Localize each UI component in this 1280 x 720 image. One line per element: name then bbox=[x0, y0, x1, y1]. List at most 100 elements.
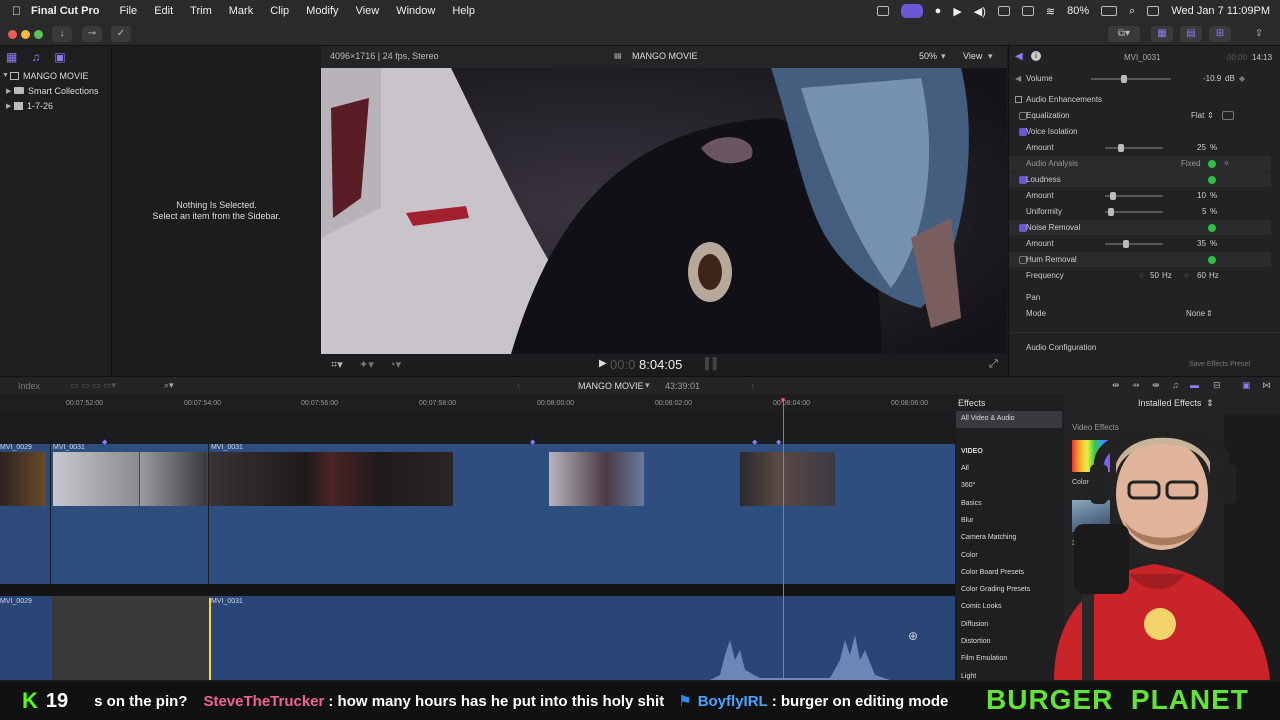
volume-value[interactable]: -10.9 bbox=[1203, 74, 1221, 83]
noise-amount-value[interactable]: 35 bbox=[1197, 239, 1206, 248]
audio-configuration-row[interactable]: Audio Configuration bbox=[1009, 338, 1280, 356]
menu-mark[interactable]: Mark bbox=[229, 5, 253, 17]
slider-knob[interactable] bbox=[1110, 192, 1117, 200]
chevron-updown-icon[interactable]: ⇕ bbox=[1206, 398, 1214, 409]
apple-icon[interactable]:  bbox=[12, 4, 21, 18]
eq-graph-icon[interactable] bbox=[1222, 111, 1234, 120]
play-icon[interactable]: ▶ bbox=[599, 358, 607, 369]
photos-tab-icon[interactable]: ♫ bbox=[31, 50, 40, 64]
zoom-icon[interactable] bbox=[34, 30, 43, 39]
marker-icon[interactable]: ◆ bbox=[102, 438, 107, 446]
uniformity-slider[interactable] bbox=[1105, 208, 1163, 216]
freq-60-value[interactable]: 60 bbox=[1197, 271, 1206, 280]
display-icon[interactable] bbox=[997, 6, 1010, 16]
timeline-toggle-icon[interactable]: ▤ bbox=[1180, 26, 1202, 42]
menu-help[interactable]: Help bbox=[452, 5, 475, 17]
marker-icon[interactable]: ◆ bbox=[530, 438, 535, 446]
effects-category-item[interactable]: Color Grading Presets bbox=[961, 581, 1030, 598]
menu-trim[interactable]: Trim bbox=[190, 5, 212, 17]
menu-window[interactable]: Window bbox=[396, 5, 435, 17]
effects-category-item[interactable]: Color bbox=[961, 547, 978, 564]
enhance-tool-icon[interactable]: ✦▾ bbox=[359, 358, 374, 371]
menu-clip[interactable]: Clip bbox=[270, 5, 289, 17]
close-icon[interactable] bbox=[8, 30, 17, 39]
clock[interactable]: Wed Jan 7 11:09PM bbox=[1171, 5, 1270, 17]
transitions-icon[interactable]: ⊟ bbox=[1213, 380, 1221, 391]
edit-point-marker[interactable] bbox=[209, 598, 211, 680]
menu-file[interactable]: File bbox=[119, 5, 137, 17]
loudness-amount-value[interactable]: 10 bbox=[1197, 191, 1206, 200]
voice-amount-slider[interactable] bbox=[1105, 144, 1163, 152]
play-status-icon[interactable]: ▶ bbox=[953, 5, 961, 18]
effects-category-item[interactable]: Comic Looks bbox=[961, 598, 1001, 615]
installed-effects-dropdown[interactable]: Installed Effects bbox=[1138, 398, 1201, 408]
audio-clip-mvi-0029[interactable] bbox=[0, 596, 52, 680]
pan-mode-dropdown[interactable]: None bbox=[1186, 309, 1205, 318]
spotlight-icon[interactable]: ⌕ bbox=[1129, 5, 1135, 18]
radio-50-icon[interactable]: ○ bbox=[1139, 271, 1144, 280]
share-dropdown-icon[interactable]: ⧉▾ bbox=[1108, 26, 1140, 42]
minimize-icon[interactable] bbox=[21, 30, 30, 39]
view-dropdown[interactable]: View bbox=[963, 51, 982, 61]
wifi-icon[interactable]: ≋ bbox=[1046, 5, 1055, 18]
effects-category-item[interactable]: Camera Matching bbox=[961, 529, 1016, 546]
loudness-amount-slider[interactable] bbox=[1105, 192, 1163, 200]
history-back-icon[interactable]: ‹ bbox=[517, 380, 520, 390]
history-forward-icon[interactable]: › bbox=[751, 380, 754, 390]
inspector-toggle-icon[interactable]: ⊞ bbox=[1209, 26, 1231, 42]
effects-category-item[interactable]: Distortion bbox=[961, 633, 991, 650]
disclosure-right-icon[interactable]: ▶ bbox=[6, 87, 14, 95]
libraries-tab-icon[interactable]: ▦ bbox=[6, 50, 17, 64]
marker-icon[interactable]: ◆ bbox=[776, 438, 781, 446]
effects-category-item[interactable]: Film Emulation bbox=[961, 650, 1007, 667]
audio-skimming-icon[interactable]: ⇼ bbox=[1152, 380, 1160, 391]
disclosure-right-icon[interactable]: ▶ bbox=[6, 102, 14, 110]
playhead-marker-icon[interactable]: ▼ bbox=[779, 396, 787, 405]
effects-category-item[interactable]: 360° bbox=[961, 477, 975, 494]
menu-edit[interactable]: Edit bbox=[154, 5, 173, 17]
volume-icon[interactable]: ◀) bbox=[974, 5, 986, 18]
voice-amount-value[interactable]: 25 bbox=[1197, 143, 1206, 152]
browser-toggle-icon[interactable]: ▦ bbox=[1151, 26, 1173, 42]
save-effects-preset-button[interactable]: Save Effects Preset bbox=[1189, 361, 1250, 368]
slider-knob[interactable] bbox=[1123, 240, 1130, 248]
monitor-icon[interactable] bbox=[1021, 6, 1034, 16]
effects-browser-icon[interactable]: ▣ bbox=[1242, 380, 1251, 391]
fullscreen-icon[interactable]: ⤢ bbox=[989, 358, 998, 371]
sidebar-item-library[interactable]: ▼ MANGO MOVIE bbox=[0, 68, 111, 83]
background-tasks-icon[interactable]: ✓ bbox=[111, 26, 131, 42]
slider-knob[interactable] bbox=[1107, 208, 1114, 216]
effects-category-item[interactable]: Color Board Presets bbox=[961, 564, 1024, 581]
titles-tab-icon[interactable]: ▣ bbox=[54, 50, 65, 64]
chevron-down-icon[interactable]: ▾ bbox=[941, 51, 946, 62]
menu-app-name[interactable]: Final Cut Pro bbox=[31, 5, 99, 17]
zoom-dropdown[interactable]: 50% bbox=[919, 51, 937, 61]
timecode-display[interactable]: 8:04:05 bbox=[639, 357, 682, 372]
import-icon[interactable]: ↓ bbox=[52, 26, 72, 42]
audio-inspector-tab-icon[interactable]: ◀ bbox=[1015, 51, 1023, 62]
status-dot-icon[interactable]: ● bbox=[935, 5, 942, 17]
info-icon[interactable]: i bbox=[1031, 51, 1041, 61]
slider-knob[interactable] bbox=[1118, 144, 1124, 152]
chevron-updown-icon[interactable]: ⇕ bbox=[1207, 111, 1214, 120]
effects-category-item[interactable]: All bbox=[961, 460, 969, 477]
uniformity-value[interactable]: 5 bbox=[1202, 207, 1206, 216]
effects-category-item[interactable]: Blur bbox=[961, 512, 973, 529]
disclosure-down-icon[interactable]: ▼ bbox=[2, 72, 10, 79]
keyframe-icon[interactable]: ◆ bbox=[1239, 74, 1245, 83]
transform-tool-icon[interactable]: ⌗▾ bbox=[331, 358, 343, 372]
edit-tools-icon[interactable]: ▭ ▭ ▭ ▭▾ bbox=[70, 380, 116, 391]
sidebar-item-smart-collections[interactable]: ▶ Smart Collections bbox=[0, 83, 111, 98]
keyword-icon[interactable]: ⊸ bbox=[82, 26, 102, 42]
noise-amount-slider[interactable] bbox=[1105, 240, 1163, 248]
battery-icon[interactable] bbox=[1101, 6, 1118, 16]
gap-clip[interactable] bbox=[52, 596, 209, 680]
chevron-down-icon[interactable]: ▾ bbox=[988, 51, 993, 62]
menu-modify[interactable]: Modify bbox=[306, 5, 338, 17]
video-frame[interactable] bbox=[321, 68, 1007, 354]
marker-icon[interactable]: ◆ bbox=[752, 438, 757, 446]
solo-icon[interactable]: ♫ bbox=[1172, 380, 1179, 390]
screen-record-icon[interactable] bbox=[900, 4, 923, 18]
magic-wand-icon[interactable]: ✧ bbox=[1223, 159, 1230, 168]
skimming-icon[interactable]: ⇸ bbox=[1132, 380, 1140, 391]
